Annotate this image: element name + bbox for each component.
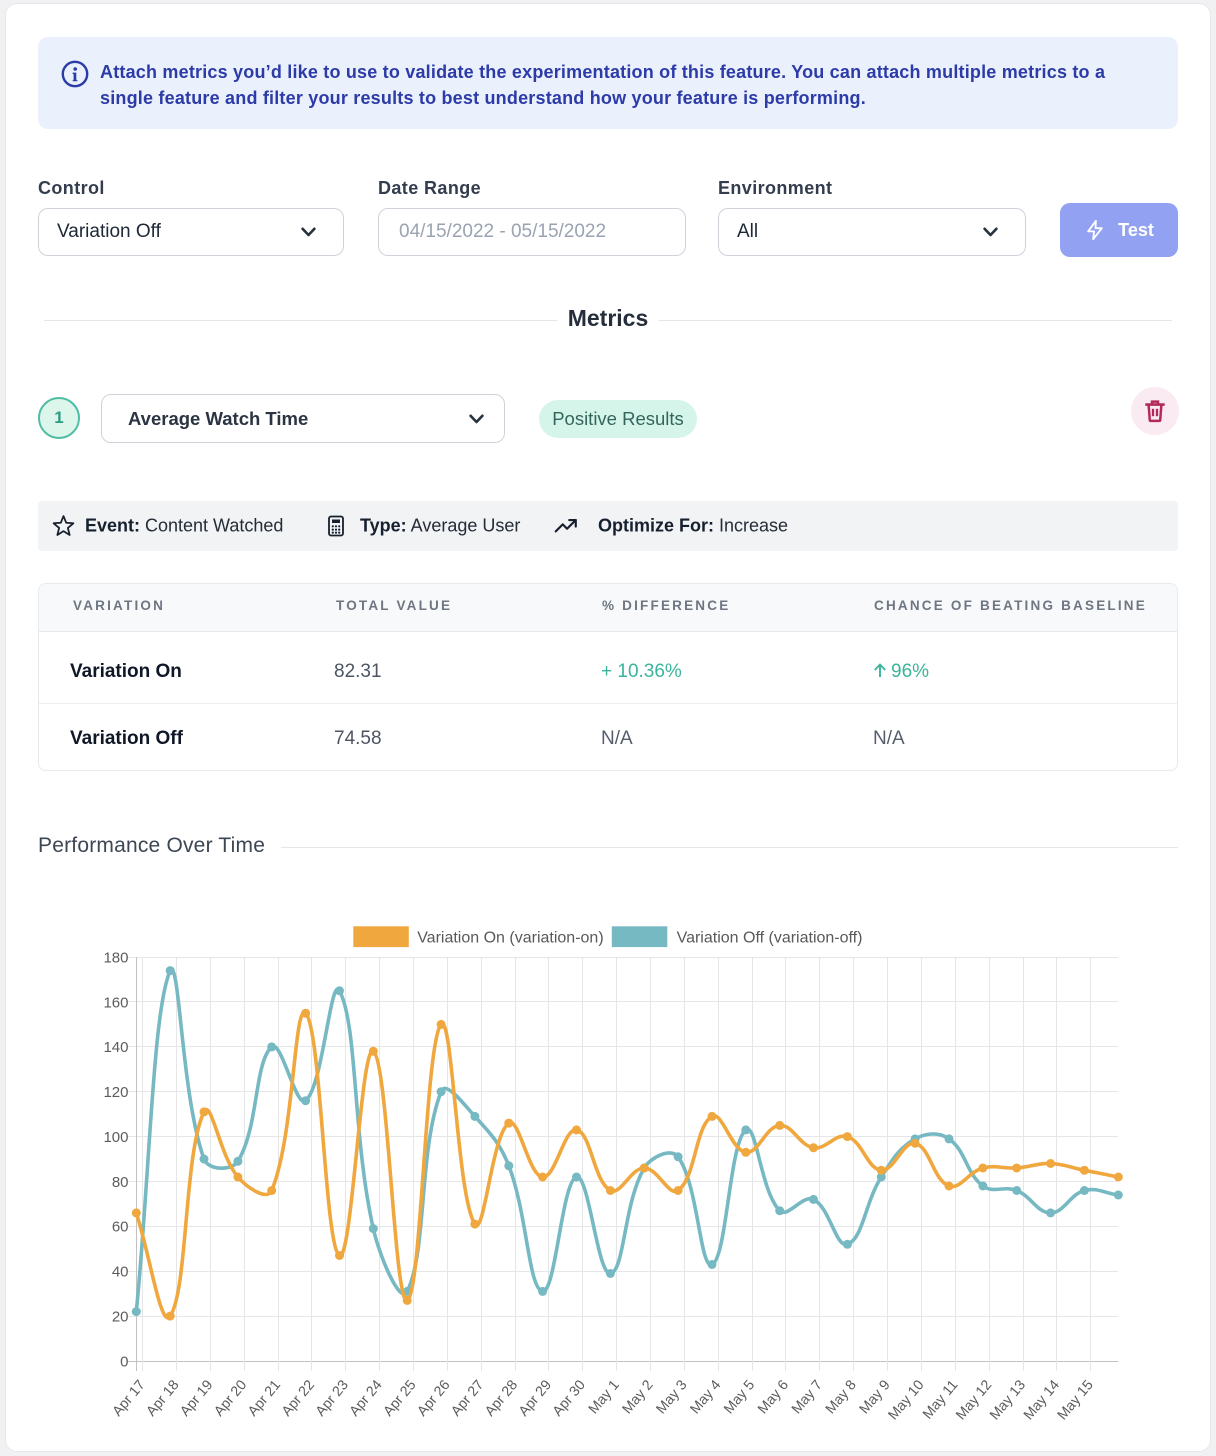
svg-text:120: 120: [103, 1084, 128, 1101]
svg-text:0: 0: [120, 1353, 128, 1370]
svg-text:Apr 25: Apr 25: [380, 1377, 419, 1419]
svg-text:May 13: May 13: [987, 1377, 1029, 1423]
svg-text:140: 140: [103, 1039, 128, 1056]
svg-text:80: 80: [112, 1174, 129, 1191]
svg-text:Apr 19: Apr 19: [177, 1377, 216, 1419]
svg-text:Variation Off (variation-off): Variation Off (variation-off): [677, 930, 863, 947]
svg-text:May 7: May 7: [789, 1377, 826, 1417]
svg-text:20: 20: [112, 1308, 129, 1325]
svg-text:Apr 18: Apr 18: [143, 1377, 182, 1419]
svg-text:Apr 20: Apr 20: [211, 1377, 250, 1419]
svg-text:180: 180: [103, 949, 128, 966]
svg-text:May 10: May 10: [885, 1377, 927, 1423]
svg-text:May 2: May 2: [619, 1377, 656, 1417]
svg-text:May 15: May 15: [1055, 1377, 1097, 1423]
svg-text:May 14: May 14: [1021, 1377, 1063, 1423]
svg-text:60: 60: [112, 1219, 129, 1236]
svg-text:May 1: May 1: [586, 1377, 623, 1417]
svg-text:160: 160: [103, 994, 128, 1011]
svg-text:May 3: May 3: [653, 1377, 690, 1417]
svg-text:May 5: May 5: [721, 1377, 758, 1417]
svg-text:Apr 17: Apr 17: [110, 1377, 149, 1419]
svg-text:Apr 27: Apr 27: [448, 1377, 487, 1419]
svg-text:May 4: May 4: [687, 1377, 724, 1417]
svg-text:100: 100: [103, 1129, 128, 1146]
svg-text:Apr 28: Apr 28: [482, 1377, 521, 1419]
svg-text:Apr 23: Apr 23: [313, 1377, 352, 1419]
svg-text:May 8: May 8: [823, 1377, 860, 1417]
svg-text:May 12: May 12: [953, 1377, 995, 1423]
svg-text:Apr 21: Apr 21: [245, 1377, 284, 1419]
svg-text:40: 40: [112, 1264, 129, 1281]
svg-text:Apr 24: Apr 24: [347, 1377, 386, 1419]
svg-text:Apr 30: Apr 30: [550, 1377, 589, 1419]
svg-text:May 6: May 6: [755, 1377, 792, 1417]
svg-text:Apr 26: Apr 26: [414, 1377, 453, 1419]
svg-text:Apr 29: Apr 29: [516, 1377, 555, 1419]
svg-text:Apr 22: Apr 22: [279, 1377, 318, 1419]
svg-text:Variation On (variation-on): Variation On (variation-on): [417, 930, 603, 947]
